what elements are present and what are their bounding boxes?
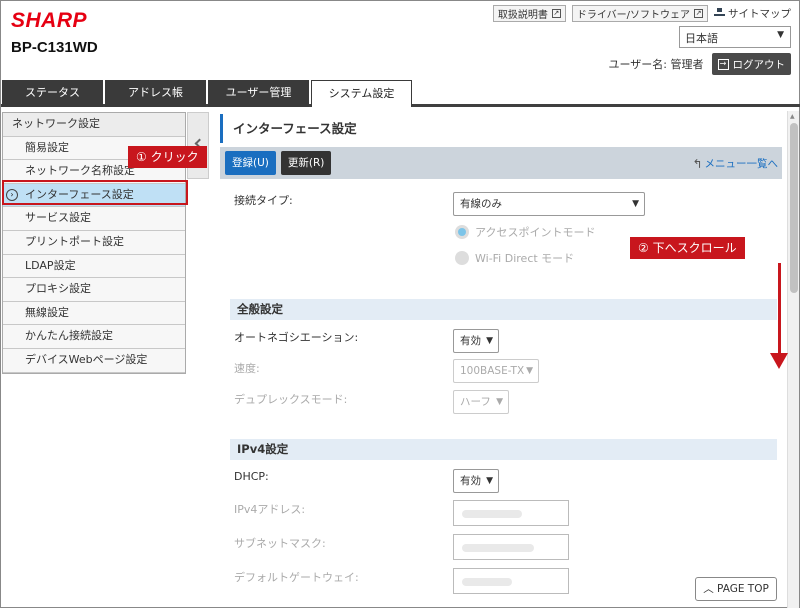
default-gateway-label: デフォルトゲートウェイ: [234,571,359,584]
user-row: ユーザー名: 管理者 → ログアウト [609,53,791,75]
sidebar-item-proxy[interactable]: プロキシ設定 [3,278,185,302]
language-value: 日本語 [685,32,718,45]
dhcp-value: 有効 [460,475,481,487]
chevron-down-icon: ▼ [496,397,503,407]
blurred-value [462,544,534,552]
autoneg-value: 有効 [460,335,481,347]
driver-link[interactable]: ドライバー/ソフトウェア ↗ [571,5,708,22]
menu-list-link[interactable]: ↰ メニュー一覧へ [692,156,778,171]
chevron-down-icon: ▼ [632,199,639,209]
blurred-value [462,510,522,518]
subnet-mask-input[interactable] [453,534,569,560]
sidebar-item-ldap[interactable]: LDAP設定 [3,254,185,279]
language-select[interactable]: 日本語 ▼ [679,26,791,48]
radio-wifi-direct[interactable]: Wi-Fi Direct モード [455,250,574,266]
sitemap-label: サイトマップ [728,8,791,20]
manual-link[interactable]: 取扱説明書 ↗ [492,5,566,22]
tab-status[interactable]: ステータス [2,80,103,107]
sitemap-link[interactable]: サイトマップ [714,6,791,21]
scroll-up-icon: ▲ [790,113,795,120]
chevron-down-icon: ▼ [526,366,533,376]
action-bar: 登録(U) 更新(R) ↰ メニュー一覧へ [220,147,782,179]
chevron-up-icon: ︿ [703,583,714,595]
sidebar-item-services[interactable]: サービス設定 [3,207,185,231]
section-ipv4: IPv4設定 [230,439,777,460]
scroll-arrow-line [778,263,781,355]
connection-type-label: 接続タイプ: [234,194,293,207]
speed-value: 100BASE-TX [460,365,525,377]
external-link-icon: ↗ [551,9,561,18]
autoneg-select[interactable]: 有効 ▼ [453,329,499,353]
logout-button[interactable]: → ログアウト [711,53,791,75]
sharp-logo: SHARP [11,9,88,32]
sitemap-icon [714,8,725,19]
tab-system-settings[interactable]: システム設定 [311,80,412,107]
tab-user-management[interactable]: ユーザー管理 [208,80,309,107]
scrollbar-thumb[interactable] [790,123,798,293]
step1-callout: ① クリック [128,146,207,168]
menu-list-label: メニュー一覧へ [704,158,779,170]
autoneg-label: オートネゴシエーション: [234,331,359,344]
driver-link-label: ドライバー/ソフトウェア [576,10,690,21]
dhcp-label: DHCP: [234,470,269,483]
default-gateway-input[interactable] [453,568,569,594]
connection-type-value: 有線のみ [460,198,502,210]
duplex-select[interactable]: ハーフ ▼ [453,390,509,414]
connection-type-select[interactable]: 有線のみ ▼ [453,192,645,216]
scrollbar[interactable]: ▲ [787,111,799,608]
sidebar-item-easy-connect[interactable]: かんたん接続設定 [3,325,185,349]
tab-address-book[interactable]: アドレス帳 [105,80,206,107]
external-link-icon: ↗ [694,9,703,18]
main-tabs: ステータス アドレス帳 ユーザー管理 システム設定 [1,80,800,107]
speed-label: 速度: [234,362,260,375]
highlight-outline [2,180,188,205]
scroll-arrow-down-icon [770,353,788,369]
radio-access-point[interactable]: アクセスポイントモード [455,224,595,240]
radio-wifi-direct-label: Wi-Fi Direct モード [475,252,575,265]
ipv4-address-input[interactable] [453,500,569,526]
return-arrow-icon: ↰ [692,156,703,171]
speed-select[interactable]: 100BASE-TX ▼ [453,359,539,383]
sidebar-item-device-web[interactable]: デバイスWebページ設定 [3,348,185,373]
radio-access-point-label: アクセスポイントモード [475,226,596,239]
chevron-down-icon: ▼ [777,30,784,40]
logout-label: ログアウト [732,58,786,71]
radio-button-icon [455,251,469,265]
page-title: インターフェース設定 [220,114,782,143]
update-button[interactable]: 更新(R) [280,151,332,175]
user-name-label: ユーザー名: 管理者 [608,58,704,71]
chevron-down-icon: ▼ [486,336,493,346]
radio-button-icon [455,225,469,239]
model-name: BP-C131WD [11,39,98,56]
register-button[interactable]: 登録(U) [225,151,276,175]
subnet-mask-label: サブネットマスク: [234,537,326,550]
duplex-label: デュプレックスモード: [234,393,348,406]
sidebar-item-print-port[interactable]: プリントポート設定 [3,230,185,255]
section-general: 全般設定 [230,299,777,320]
blurred-value [462,578,512,586]
logout-icon: → [717,58,729,70]
dhcp-select[interactable]: 有効 ▼ [453,469,499,493]
manual-link-label: 取扱説明書 [497,10,548,21]
top-links: 取扱説明書 ↗ ドライバー/ソフトウェア ↗ サイトマップ [492,5,791,22]
sidebar-item-wireless[interactable]: 無線設定 [3,301,185,326]
duplex-value: ハーフ [460,396,491,408]
step2-callout: ② 下へスクロール [630,237,745,259]
sidebar-item-network-settings[interactable]: ネットワーク設定 [3,113,185,137]
ipv4-address-label: IPv4アドレス: [234,503,306,516]
page-top-button[interactable]: ︿ PAGE TOP [695,577,777,601]
chevron-down-icon: ▼ [486,476,493,486]
page-top-label: PAGE TOP [717,583,769,595]
